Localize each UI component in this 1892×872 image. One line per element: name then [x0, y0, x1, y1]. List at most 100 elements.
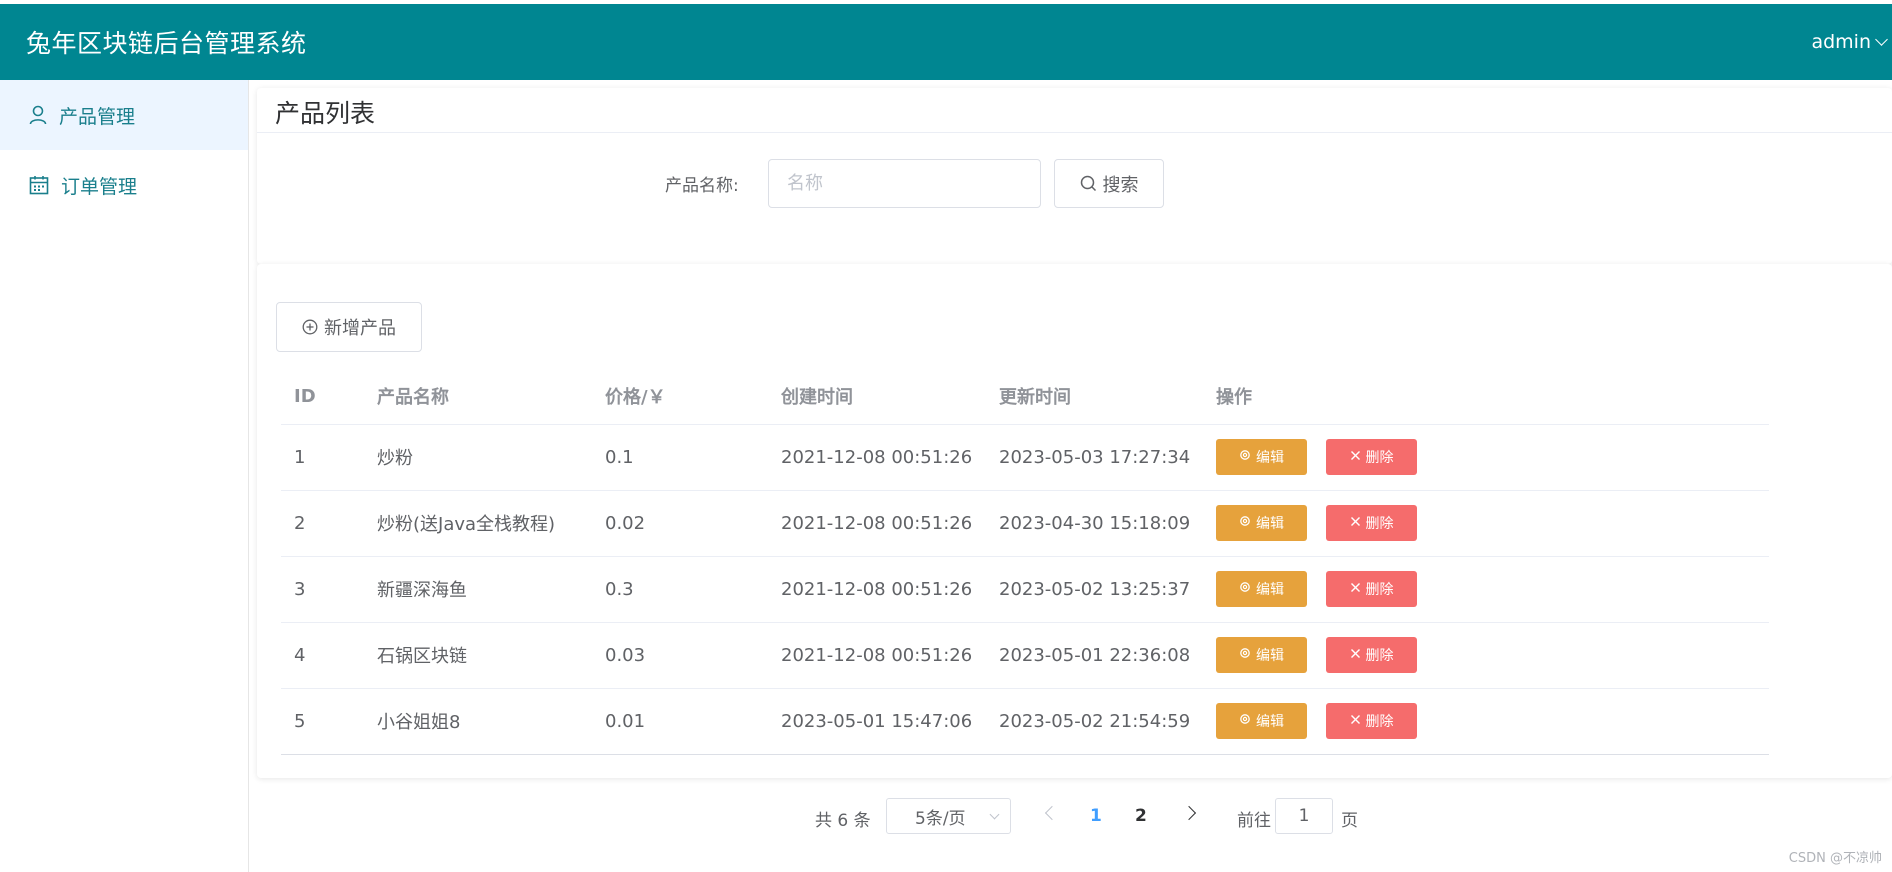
edit-button[interactable]: 编辑	[1216, 439, 1307, 475]
edit-button[interactable]: 编辑	[1216, 505, 1307, 541]
cell-name: 石锅区块链	[364, 622, 592, 689]
edit-label: 编辑	[1256, 516, 1284, 532]
page-unit-label: 页	[1341, 811, 1358, 831]
cell-created: 2021-12-08 00:51:26	[768, 622, 986, 689]
table-row: 2 炒粉(送Java全栈教程) 0.02 2021-12-08 00:51:26 202…	[281, 490, 1769, 557]
column-header-price: 价格/￥	[592, 369, 768, 425]
chevron-down-icon	[989, 809, 1000, 820]
delete-button[interactable]: 删除	[1326, 703, 1417, 739]
column-header-name: 产品名称	[364, 369, 592, 425]
add-product-label: 新增产品	[324, 318, 396, 339]
edit-label: 编辑	[1256, 714, 1284, 730]
page-number-1[interactable]: 1	[1090, 806, 1102, 826]
cell-name: 小谷姐姐8	[364, 688, 592, 755]
pagination-total: 共 6 条	[815, 811, 871, 831]
gear-icon	[1239, 449, 1251, 465]
delete-label: 删除	[1365, 582, 1394, 598]
cell-id: 4	[281, 622, 364, 689]
search-button-label: 搜索	[1102, 174, 1139, 196]
cell-actions: 编辑 删除	[1203, 490, 1769, 557]
sidebar-item-label: 产品管理	[59, 105, 136, 128]
search-button[interactable]: 搜索	[1054, 159, 1164, 208]
sidebar: 产品管理 订单管理	[0, 80, 249, 872]
cell-updated: 2023-05-02 21:54:59	[986, 688, 1203, 755]
delete-label: 删除	[1365, 516, 1394, 532]
cell-updated: 2023-04-30 15:18:09	[986, 490, 1203, 557]
search-icon	[1080, 175, 1096, 192]
cell-id: 2	[281, 490, 364, 557]
goto-page-input[interactable]	[1275, 798, 1333, 834]
sidebar-item-orders[interactable]: 订单管理	[0, 150, 248, 220]
cell-name: 新疆深海鱼	[364, 556, 592, 623]
edit-button[interactable]: 编辑	[1216, 703, 1307, 739]
cell-price: 0.3	[592, 556, 768, 623]
column-header-created: 创建时间	[768, 369, 986, 425]
table-header-row: ID 产品名称 价格/￥ 创建时间 更新时间 操作	[281, 369, 1769, 425]
cell-created: 2021-12-08 00:51:26	[768, 424, 986, 491]
username: admin	[1811, 31, 1871, 53]
table-row: 4 石锅区块链 0.03 2021-12-08 00:51:26 2023-05-01 …	[281, 622, 1769, 689]
goto-label: 前往	[1237, 811, 1271, 831]
sidebar-item-label: 订单管理	[61, 175, 138, 198]
edit-button[interactable]: 编辑	[1216, 637, 1307, 673]
column-header-actions: 操作	[1203, 369, 1769, 425]
edit-label: 编辑	[1256, 648, 1284, 664]
column-header-id: ID	[281, 369, 364, 425]
app-title: 兔年区块链后台管理系统	[26, 29, 307, 58]
next-page-button[interactable]	[1181, 805, 1197, 821]
close-icon	[1350, 449, 1361, 465]
close-icon	[1350, 581, 1361, 597]
sidebar-item-products[interactable]: 产品管理	[0, 80, 248, 150]
page-size-value: 5条/页	[915, 808, 966, 829]
cell-name: 炒粉(送Java全栈教程)	[364, 490, 592, 557]
table-row: 3 新疆深海鱼 0.3 2021-12-08 00:51:26 2023-05-02 1…	[281, 556, 1769, 623]
calendar-icon	[29, 176, 49, 195]
delete-label: 删除	[1365, 714, 1394, 730]
cell-id: 1	[281, 424, 364, 491]
cell-price: 0.02	[592, 490, 768, 557]
delete-button[interactable]: 删除	[1326, 505, 1417, 541]
gear-icon	[1239, 713, 1251, 729]
watermark: CSDN @不凉帅	[1788, 851, 1882, 866]
user-icon	[29, 105, 47, 125]
plus-circle-icon	[302, 319, 318, 335]
cell-created: 2021-12-08 00:51:26	[768, 490, 986, 557]
divider	[257, 132, 1892, 133]
edit-button[interactable]: 编辑	[1216, 571, 1307, 607]
product-name-input[interactable]	[768, 159, 1041, 208]
delete-button[interactable]: 删除	[1326, 637, 1417, 673]
product-table: ID 产品名称 价格/￥ 创建时间 更新时间 操作 1 炒粉 0.1 2021-12-…	[281, 369, 1769, 755]
cell-updated: 2023-05-03 17:27:34	[986, 424, 1203, 491]
delete-label: 删除	[1365, 450, 1394, 466]
cell-price: 0.03	[592, 622, 768, 689]
add-product-button[interactable]: 新增产品	[276, 302, 422, 352]
cell-updated: 2023-05-02 13:25:37	[986, 556, 1203, 623]
gear-icon	[1239, 581, 1251, 597]
close-icon	[1350, 647, 1361, 663]
delete-button[interactable]: 删除	[1326, 439, 1417, 475]
cell-actions: 编辑 删除	[1203, 688, 1769, 755]
edit-label: 编辑	[1256, 450, 1284, 466]
page-title: 产品列表	[275, 99, 376, 128]
table-row: 1 炒粉 0.1 2021-12-08 00:51:26 2023-05-03 17:2…	[281, 424, 1769, 491]
page-number-2[interactable]: 2	[1135, 806, 1147, 826]
cell-name: 炒粉	[364, 424, 592, 491]
cell-actions: 编辑 删除	[1203, 556, 1769, 623]
cell-updated: 2023-05-01 22:36:08	[986, 622, 1203, 689]
pagination: 共 6 条 5条/页 1 2 前往 页	[249, 798, 1892, 838]
delete-button[interactable]: 删除	[1326, 571, 1417, 607]
top-header: 兔年区块链后台管理系统 admin	[0, 4, 1892, 80]
close-icon	[1350, 515, 1361, 531]
main-content: 产品列表 产品名称: 搜索 新增产品	[249, 80, 1892, 872]
chevron-down-icon	[1875, 33, 1888, 46]
cell-id: 5	[281, 688, 364, 755]
close-icon	[1350, 713, 1361, 729]
gear-icon	[1239, 515, 1251, 531]
cell-id: 3	[281, 556, 364, 623]
search-label: 产品名称:	[665, 176, 739, 196]
cell-price: 0.1	[592, 424, 768, 491]
cell-actions: 编辑 删除	[1203, 622, 1769, 689]
page-size-select[interactable]: 5条/页	[886, 798, 1011, 834]
prev-page-button[interactable]	[1044, 805, 1060, 821]
user-menu[interactable]: admin	[1811, 31, 1892, 53]
